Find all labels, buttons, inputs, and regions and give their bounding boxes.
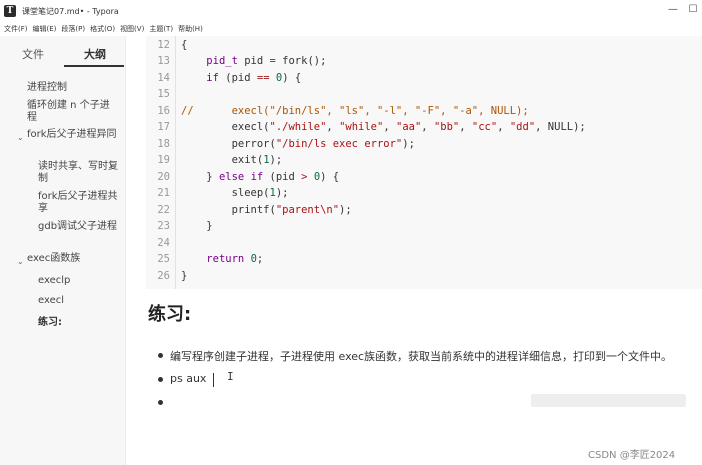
code-text: } <box>181 220 213 232</box>
maximize-button[interactable]: ☐ <box>686 3 700 17</box>
code-text: { <box>181 38 188 51</box>
outline-item-execl[interactable]: execl <box>38 295 118 307</box>
csdn-watermark: CSDN @李匠2024 <box>588 450 676 461</box>
code-line[interactable]: 23 } <box>146 218 702 235</box>
outline-item-exec-family[interactable]: exec函数族 <box>27 253 117 265</box>
code-line[interactable]: 25 return 0; <box>146 251 702 268</box>
code-line[interactable]: 12 { <box>146 37 702 54</box>
line-number: 21 <box>157 187 170 199</box>
code-line[interactable]: 16 // execl("/bin/ls", "ls", "-l", "-F", … <box>146 103 702 120</box>
outline-item-exercise[interactable]: 练习: <box>38 317 118 329</box>
menu-paragraph[interactable]: 段落(P) <box>61 24 85 34</box>
code-line[interactable]: 20 } else if (pid > 0) { <box>146 169 702 186</box>
list-bullet <box>158 400 163 405</box>
sidebar-tabs: 文件 大纲 <box>0 36 125 68</box>
section-heading: 练习: <box>148 304 192 325</box>
code-text: } else if (pid > 0) { <box>181 170 340 183</box>
line-number: 14 <box>157 71 170 84</box>
outline-item-gdb-debug[interactable]: gdb调试父子进程 <box>38 221 118 233</box>
typora-app-icon: T <box>4 5 16 17</box>
line-number: 20 <box>157 170 170 183</box>
code-line[interactable]: 21 sleep(1); <box>146 185 702 202</box>
chevron-down-icon[interactable]: ⌄ <box>17 257 24 266</box>
code-line[interactable]: 13 pid_t pid = fork(); <box>146 53 702 70</box>
code-line[interactable]: 24 <box>146 235 702 252</box>
code-text: perror("/bin/ls exec error"); <box>181 137 415 150</box>
code-text: exit(1); <box>181 154 283 166</box>
text-cursor <box>213 373 214 387</box>
code-text: if (pid == 0) { <box>206 71 302 84</box>
active-tab-indicator <box>64 65 124 67</box>
menu-format[interactable]: 格式(O) <box>90 24 115 34</box>
outline-item-fork-share[interactable]: fork后父子进程共享 <box>38 191 118 215</box>
outline-item-process-control[interactable]: 进程控制 <box>27 82 117 94</box>
menu-view[interactable]: 视图(V) <box>120 24 144 34</box>
title-bar: T 课堂笔记07.md• - Typora — ☐ <box>0 0 702 22</box>
window-title: 课堂笔记07.md• - Typora <box>22 6 119 16</box>
list-bullet <box>158 353 163 358</box>
list-item[interactable]: ps aux <box>170 372 206 385</box>
code-text: printf("parent\n"); <box>181 203 352 216</box>
minimize-button[interactable]: — <box>666 3 680 17</box>
outline-item-fork-diff[interactable]: fork后父子进程异同 <box>27 129 117 141</box>
editor-content[interactable]: 12{13 pid_t pid = fork(); 14 if (pid == 0… <box>127 36 702 465</box>
menu-bar: 文件(F) 编辑(E) 段落(P) 格式(O) 视图(V) 主题(T) 帮助(H… <box>0 22 702 36</box>
line-number: 25 <box>157 253 170 265</box>
code-text: } <box>181 269 188 282</box>
line-number: 15 <box>157 88 170 100</box>
code-line[interactable]: 26} <box>146 268 702 285</box>
sidebar: 文件 大纲 进程控制 循环创建 n 个子进程 ⌄ fork后父子进程异同 读时共… <box>0 36 126 465</box>
code-text: execl("./while", "while", "aa", "bb", "c… <box>181 121 586 133</box>
code-line[interactable]: 18 perror("/bin/ls exec error"); <box>146 136 702 153</box>
list-item[interactable]: 编写程序创建子进程，子进程使用 exec族函数，获取当前系统中的进程详细信息，打… <box>170 348 672 364</box>
line-number: 16 <box>157 104 170 117</box>
code-line[interactable]: 14 if (pid == 0) { <box>146 70 702 87</box>
menu-theme[interactable]: 主题(T) <box>149 24 173 34</box>
list-bullet <box>158 377 163 382</box>
menu-help[interactable]: 帮助(H) <box>178 24 203 34</box>
code-line[interactable]: 15 <box>146 86 702 103</box>
menu-file[interactable]: 文件(F) <box>4 24 28 34</box>
code-text: sleep(1); <box>181 187 289 199</box>
line-number: 23 <box>157 220 170 232</box>
code-line[interactable]: 19 exit(1); <box>146 152 702 169</box>
line-number: 17 <box>157 121 170 133</box>
ibeam-cursor-icon: I <box>227 370 234 383</box>
code-line[interactable]: 22 printf("parent\n"); <box>146 202 702 219</box>
line-number: 13 <box>157 55 170 67</box>
code-text: return 0; <box>206 253 264 265</box>
line-number: 24 <box>157 236 170 249</box>
line-number: 12 <box>157 38 170 51</box>
code-text: // execl("/bin/ls", "ls", "-l", "-F", "-… <box>181 104 529 117</box>
line-number: 22 <box>157 203 170 216</box>
line-number: 18 <box>157 137 170 150</box>
chevron-down-icon[interactable]: ⌄ <box>17 133 24 142</box>
blurred-overlay <box>531 394 686 407</box>
line-number: 26 <box>157 269 170 282</box>
code-text: pid_t pid = fork(); <box>206 55 327 67</box>
line-number: 19 <box>157 154 170 166</box>
outline-item-copy-on-write[interactable]: 读时共享、写时复制 <box>38 161 118 185</box>
code-line[interactable]: 17 execl("./while", "while", "aa", "bb",… <box>146 119 702 136</box>
menu-edit[interactable]: 编辑(E) <box>33 24 57 34</box>
tab-outline[interactable]: 大纲 <box>84 46 106 62</box>
outline-item-loop-create[interactable]: 循环创建 n 个子进程 <box>27 100 117 124</box>
code-block[interactable]: 12{13 pid_t pid = fork(); 14 if (pid == 0… <box>146 36 702 289</box>
tab-files[interactable]: 文件 <box>22 46 44 62</box>
outline-item-execlp[interactable]: execlp <box>38 275 118 287</box>
